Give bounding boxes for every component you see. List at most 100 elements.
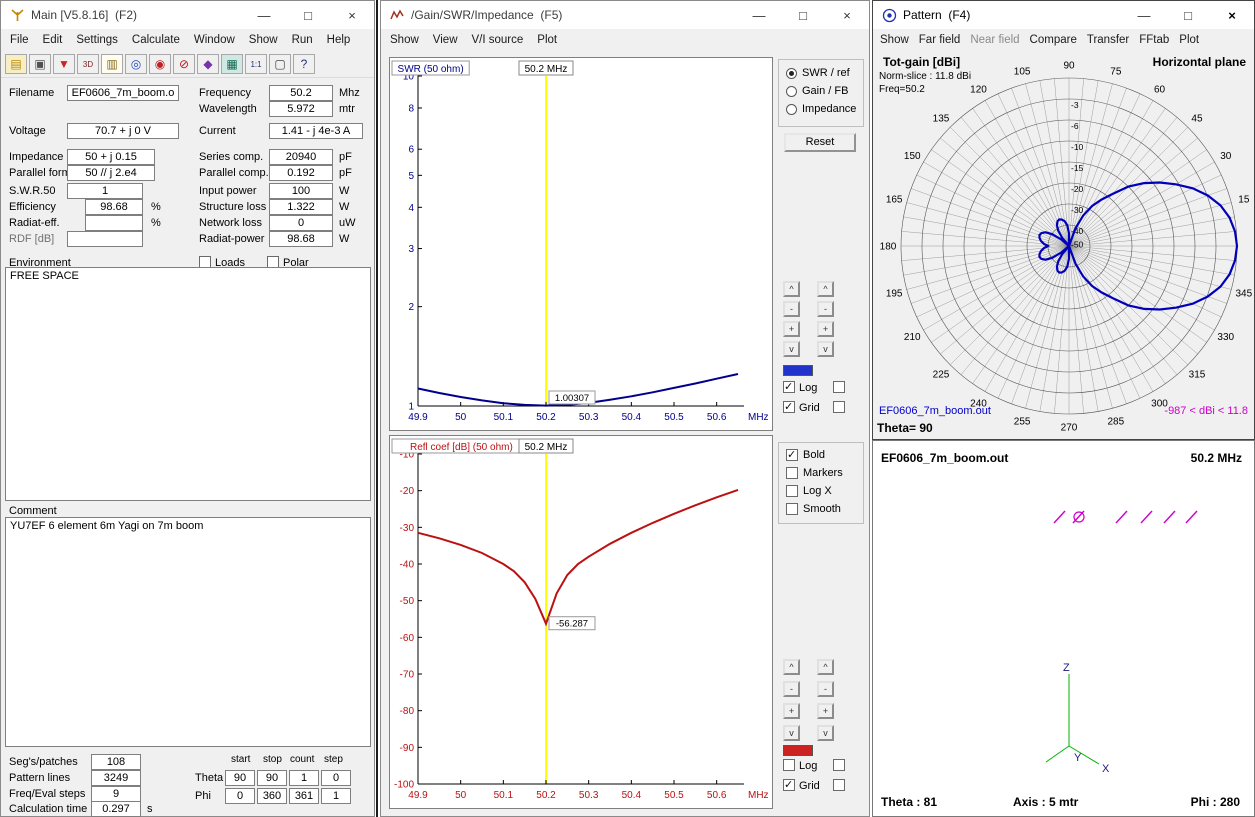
notes-icon[interactable]: ▤ bbox=[5, 54, 27, 74]
swr-scale-minus-button[interactable]: - bbox=[817, 301, 834, 317]
bold-checkbox[interactable] bbox=[786, 449, 798, 461]
smith-chart-icon[interactable]: ◉ bbox=[149, 54, 171, 74]
main-app-icon[interactable] bbox=[9, 7, 25, 23]
phi-start-input[interactable]: 0 bbox=[225, 788, 255, 804]
radio-impedance[interactable] bbox=[786, 104, 797, 115]
swr-scale-plus-button[interactable]: + bbox=[783, 321, 800, 337]
menu-compare[interactable]: Compare bbox=[1025, 34, 1082, 46]
pattern-close-button[interactable]: × bbox=[1210, 1, 1254, 29]
menu-plot-pattern[interactable]: Plot bbox=[1174, 34, 1204, 46]
reset-button[interactable]: Reset bbox=[784, 133, 856, 152]
menu-plot[interactable]: Plot bbox=[530, 34, 564, 46]
network-loss-label: Network loss bbox=[199, 217, 262, 229]
menu-vi-source[interactable]: V/I source bbox=[465, 34, 531, 46]
phi-step-input[interactable]: 1 bbox=[321, 788, 351, 804]
help-icon[interactable]: ? bbox=[293, 54, 315, 74]
swr-log-checkbox[interactable] bbox=[783, 381, 795, 393]
main-close-button[interactable]: × bbox=[330, 1, 374, 29]
phi-stop-input[interactable]: 360 bbox=[257, 788, 287, 804]
menu-file[interactable]: File bbox=[3, 34, 36, 46]
pattern-icon[interactable]: ◎ bbox=[125, 54, 147, 74]
polar-chart[interactable]: 1530456075901051201351501651801952102252… bbox=[873, 49, 1254, 435]
refl-log-aux-checkbox[interactable] bbox=[833, 759, 845, 771]
menu-calculate[interactable]: Calculate bbox=[125, 34, 187, 46]
refl-scale-plus-button[interactable]: + bbox=[783, 703, 800, 719]
logx-checkbox[interactable] bbox=[786, 485, 798, 497]
menu-far-field[interactable]: Far field bbox=[914, 34, 966, 46]
parallel-form-label: Parallel form bbox=[9, 167, 71, 179]
menu-show-pattern[interactable]: Show bbox=[875, 34, 914, 46]
scale-1to1-icon[interactable]: 1:1 bbox=[245, 54, 267, 74]
geometry-view[interactable]: ZYX bbox=[873, 441, 1254, 816]
gain-app-icon[interactable] bbox=[389, 7, 405, 23]
theta-step-input[interactable]: 0 bbox=[321, 770, 351, 786]
refl-log-checkbox[interactable] bbox=[783, 759, 795, 771]
parallel-comp-label: Parallel comp. bbox=[199, 167, 269, 179]
smooth-checkbox[interactable] bbox=[786, 503, 798, 515]
frequency-input[interactable]: 50.2 bbox=[269, 85, 333, 101]
swr-grid-checkbox[interactable] bbox=[783, 401, 795, 413]
menu-window[interactable]: Window bbox=[187, 34, 242, 46]
theta-start-input[interactable]: 90 bbox=[225, 770, 255, 786]
refl-scale-minus-button[interactable]: - bbox=[817, 681, 834, 697]
menu-view[interactable]: View bbox=[426, 34, 465, 46]
phi-count-input[interactable]: 361 bbox=[289, 788, 319, 804]
menu-show[interactable]: Show bbox=[242, 34, 285, 46]
environment-text[interactable]: FREE SPACE bbox=[5, 267, 371, 501]
input-power-input[interactable]: 100 bbox=[269, 183, 333, 199]
gain-maximize-button[interactable]: □ bbox=[781, 1, 825, 29]
menu-transfer[interactable]: Transfer bbox=[1082, 34, 1134, 46]
swr-grid-aux-checkbox[interactable] bbox=[833, 401, 845, 413]
menu-help[interactable]: Help bbox=[320, 34, 358, 46]
swr-scale-up-button[interactable]: ^ bbox=[817, 281, 834, 297]
main-maximize-button[interactable]: □ bbox=[286, 1, 330, 29]
windows-icon[interactable]: ▢ bbox=[269, 54, 291, 74]
theta-stop-input[interactable]: 90 bbox=[257, 770, 287, 786]
swr-chart-panel[interactable]: 10865432149.95050.150.250.350.450.550.6M… bbox=[389, 57, 773, 431]
swr-scale-minus-button[interactable]: - bbox=[783, 301, 800, 317]
menu-show-gain[interactable]: Show bbox=[383, 34, 426, 46]
refl-grid-checkbox[interactable] bbox=[783, 779, 795, 791]
main-minimize-button[interactable]: — bbox=[242, 1, 286, 29]
swr-scale-plus-button[interactable]: + bbox=[817, 321, 834, 337]
pin-icon[interactable]: ▼ bbox=[53, 54, 75, 74]
impedance-icon[interactable]: ◆ bbox=[197, 54, 219, 74]
refl-scale-down-button[interactable]: v bbox=[783, 725, 800, 741]
menu-near-field[interactable]: Near field bbox=[965, 34, 1024, 46]
filename-input[interactable]: EF0606_7m_boom.o bbox=[67, 85, 179, 101]
swr-scale-down-button[interactable]: v bbox=[783, 341, 800, 357]
refl-grid-aux-checkbox[interactable] bbox=[833, 779, 845, 791]
swr-scale-up-button[interactable]: ^ bbox=[783, 281, 800, 297]
refl-color-swatch[interactable] bbox=[783, 745, 813, 756]
theta-count-input[interactable]: 1 bbox=[289, 770, 319, 786]
menu-edit[interactable]: Edit bbox=[36, 34, 70, 46]
stop-icon[interactable]: ⊘ bbox=[173, 54, 195, 74]
refl-scale-up-button[interactable]: ^ bbox=[817, 659, 834, 675]
refl-scale-plus-button[interactable]: + bbox=[817, 703, 834, 719]
line-chart-icon[interactable]: ▦ bbox=[221, 54, 243, 74]
menu-run[interactable]: Run bbox=[285, 34, 320, 46]
markers-checkbox[interactable] bbox=[786, 467, 798, 479]
pattern-maximize-button[interactable]: □ bbox=[1166, 1, 1210, 29]
swr-log-aux-checkbox[interactable] bbox=[833, 381, 845, 393]
gain-close-button[interactable]: × bbox=[825, 1, 869, 29]
menu-settings[interactable]: Settings bbox=[69, 34, 125, 46]
pattern-app-icon[interactable] bbox=[881, 7, 897, 23]
radio-gain-fb[interactable] bbox=[786, 86, 797, 97]
swr-scale-down-button[interactable]: v bbox=[817, 341, 834, 357]
comment-text[interactable]: YU7EF 6 element 6m Yagi on 7m boom bbox=[5, 517, 371, 747]
menu-fftab[interactable]: FFtab bbox=[1134, 34, 1174, 46]
refl-scale-minus-button[interactable]: - bbox=[783, 681, 800, 697]
3d-view-icon[interactable]: 3D bbox=[77, 54, 99, 74]
gain-minimize-button[interactable]: — bbox=[737, 1, 781, 29]
refl-chart-panel[interactable]: -10-20-30-40-50-60-70-80-90-10049.95050.… bbox=[389, 435, 773, 809]
refl-scale-down-button[interactable]: v bbox=[817, 725, 834, 741]
swr-chart[interactable]: 10865432149.95050.150.250.350.450.550.6M… bbox=[390, 58, 772, 430]
refl-scale-up-button[interactable]: ^ bbox=[783, 659, 800, 675]
swr-color-swatch[interactable] bbox=[783, 365, 813, 376]
edit-icon[interactable]: ▥ bbox=[101, 54, 123, 74]
copy-structure-icon[interactable]: ▣ bbox=[29, 54, 51, 74]
refl-chart[interactable]: -10-20-30-40-50-60-70-80-90-10049.95050.… bbox=[390, 436, 772, 808]
pattern-minimize-button[interactable]: — bbox=[1122, 1, 1166, 29]
radio-swr-ref[interactable] bbox=[786, 68, 797, 79]
